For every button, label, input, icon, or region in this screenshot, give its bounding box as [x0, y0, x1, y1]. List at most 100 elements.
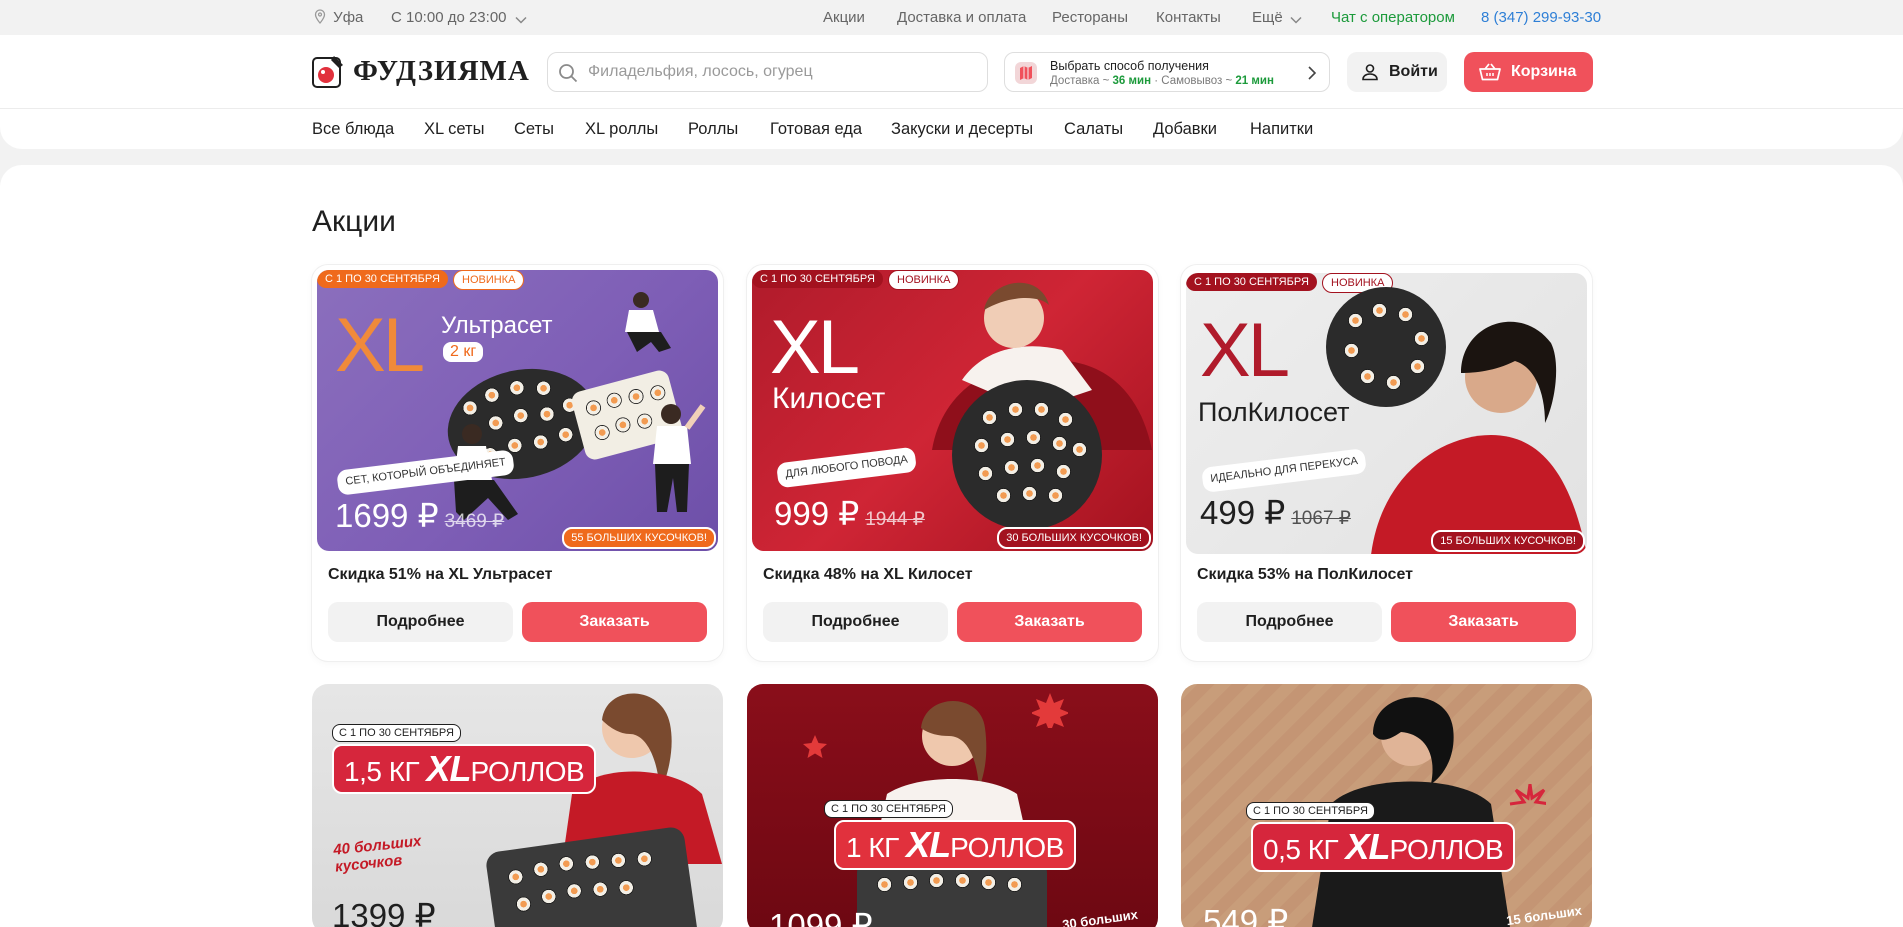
logo-text: ФУДЗИЯМА — [353, 54, 530, 87]
chevron-right-icon — [1308, 66, 1317, 80]
pieces-note: 40 больших кусочков — [332, 832, 423, 876]
category-all[interactable]: Все блюда — [312, 120, 394, 139]
category-sets[interactable]: Сеты — [514, 120, 554, 139]
order-button[interactable]: Заказать — [1391, 602, 1576, 642]
delivery-title: Выбрать способ получения — [1050, 59, 1209, 73]
date-badge: С 1 по 30 сентября — [332, 724, 461, 742]
user-icon — [1362, 64, 1378, 81]
promo-banner[interactable]: С 1 по 30 сентября Новинка XL ПолКилосет… — [1186, 273, 1587, 554]
xl-label: XL — [335, 303, 425, 388]
price-label: 1699 ₽3469 ₽ — [335, 497, 505, 534]
city-label: Уфа — [333, 9, 364, 26]
category-xl-rolls[interactable]: XL роллы — [585, 120, 658, 139]
category-rolls[interactable]: Роллы — [688, 120, 738, 139]
xl-label: XL — [1200, 308, 1290, 393]
chevron-down-icon — [515, 16, 527, 24]
sushi-platter-image — [952, 380, 1102, 530]
promo-banner-card[interactable]: С 1 по 30 сентября 0,5 КГ XLРОЛЛОВ 549 ₽… — [1181, 684, 1592, 927]
old-price: 3469 ₽ — [444, 511, 505, 532]
xl-label: XL — [770, 305, 860, 390]
price-label: 999 ₽1944 ₽ — [774, 495, 925, 532]
person-image — [1371, 321, 1587, 554]
order-button[interactable]: Заказать — [522, 602, 707, 642]
category-snacks-desserts[interactable]: Закуски и десерты — [891, 120, 1033, 139]
top-link-promos[interactable]: Акции — [823, 9, 865, 26]
date-badge: С 1 по 30 сентября — [317, 270, 448, 288]
burst-icon — [1509, 784, 1546, 806]
chevron-down-icon — [1290, 16, 1302, 24]
price-label: 499 ₽1067 ₽ — [1200, 494, 1351, 531]
details-button[interactable]: Подробнее — [763, 602, 948, 642]
weight-tag: 1,5 КГ XLРОЛЛОВ — [332, 744, 597, 794]
set-weight: 2 кг — [443, 342, 484, 362]
basket-icon — [1479, 63, 1501, 81]
fujiyama-logo-icon — [312, 56, 343, 88]
category-drinks[interactable]: Напитки — [1250, 120, 1313, 139]
star-icon — [803, 735, 827, 758]
date-badge: С 1 по 30 сентября — [1246, 802, 1375, 820]
new-badge: Новинка — [453, 270, 525, 290]
delivery-times: Доставка ~ 36 мин · Самовывоз ~ 21 мин — [1050, 75, 1274, 87]
operator-chat-link[interactable]: Чат с оператором — [1331, 9, 1455, 26]
pieces-note: 30 больших — [1061, 906, 1139, 927]
price-label: 1099 ₽ — [769, 907, 873, 927]
cart-button[interactable]: Корзина — [1464, 52, 1593, 92]
top-link-contacts[interactable]: Контакты — [1156, 9, 1221, 26]
map-icon — [1015, 62, 1037, 84]
promo-banner-card[interactable]: С 1 по 30 сентября 1,5 КГ XLРОЛЛОВ 40 бо… — [312, 684, 723, 927]
old-price: 1944 ₽ — [865, 509, 925, 530]
promo-card[interactable]: С 1 по 30 сентября Новинка XL ПолКилосет… — [1181, 265, 1592, 661]
order-button[interactable]: Заказать — [957, 602, 1142, 642]
header: ФУДЗИЯМА Выбрать способ получения Достав… — [0, 35, 1903, 109]
category-xl-sets[interactable]: XL сеты — [424, 120, 484, 139]
phone-link[interactable]: 8 (347) 299-93-30 — [1481, 9, 1601, 26]
set-slogan-bubble: Идеально для перекуса — [1201, 448, 1368, 493]
sushi-platter-image — [484, 825, 700, 927]
top-strip: Уфа С 10:00 до 23:00 Акции Доставка и оп… — [0, 0, 1903, 35]
promo-title: Скидка 51% на XL Ультрасет — [328, 566, 553, 583]
city-selector[interactable]: Уфа — [314, 9, 363, 26]
main-content: Акции С 1 по 30 сентября Новинка XL Ульт… — [0, 165, 1903, 927]
person-image — [653, 404, 706, 512]
date-badge: С 1 по 30 сентября — [824, 800, 953, 818]
details-button[interactable]: Подробнее — [1197, 602, 1382, 642]
set-name: Килосет — [772, 382, 886, 415]
category-ready-food[interactable]: Готовая еда — [770, 120, 862, 139]
promo-banner-card[interactable]: С 1 по 30 сентября 1 КГ XLРОЛЛОВ 1099 ₽ … — [747, 684, 1158, 927]
promo-banner[interactable]: С 1 по 30 сентября Новинка XL Ультрасет … — [317, 270, 718, 551]
burst-icon — [1032, 693, 1068, 728]
top-link-more[interactable]: Ещё — [1252, 9, 1302, 26]
date-badge: С 1 по 30 сентября — [1186, 273, 1317, 291]
price-label: 549 ₽ — [1203, 903, 1289, 927]
search-input[interactable] — [588, 53, 978, 91]
promo-title: Скидка 53% на ПолКилосет — [1197, 566, 1413, 583]
details-button[interactable]: Подробнее — [328, 602, 513, 642]
category-salads[interactable]: Салаты — [1064, 120, 1123, 139]
old-price: 1067 ₽ — [1291, 508, 1351, 529]
promo-card[interactable]: С 1 по 30 сентября Новинка XL Килосет Дл… — [747, 265, 1158, 661]
promo-card[interactable]: С 1 по 30 сентября Новинка XL Ультрасет … — [312, 265, 723, 661]
logo[interactable]: ФУДЗИЯМА — [312, 52, 530, 90]
pieces-badge: 30 больших кусочков! — [997, 527, 1151, 549]
page-title: Акции — [312, 205, 396, 238]
delivery-method-selector[interactable]: Выбрать способ получения Доставка ~ 36 м… — [1004, 52, 1330, 92]
price-label: 1399 ₽ — [332, 897, 436, 927]
pieces-badge: 15 больших кусочков! — [1431, 530, 1585, 552]
set-name: ПолКилосет — [1198, 397, 1350, 427]
promo-banner[interactable]: С 1 по 30 сентября Новинка XL Килосет Дл… — [752, 270, 1153, 551]
set-name: Ультрасет — [441, 312, 553, 339]
login-button[interactable]: Войти — [1347, 52, 1447, 92]
search-box[interactable] — [547, 52, 988, 92]
working-hours[interactable]: С 10:00 до 23:00 — [391, 9, 527, 26]
top-link-restaurants[interactable]: Рестораны — [1052, 9, 1128, 26]
promo-title: Скидка 48% на XL Килосет — [763, 566, 973, 583]
search-icon — [559, 64, 578, 83]
top-link-delivery[interactable]: Доставка и оплата — [897, 9, 1026, 26]
location-pin-icon — [314, 9, 326, 24]
weight-tag: 1 КГ XLРОЛЛОВ — [834, 820, 1076, 870]
weight-tag: 0,5 КГ XLРОЛЛОВ — [1251, 822, 1516, 872]
set-slogan-bubble: Для любого повода — [776, 446, 918, 489]
date-badge: С 1 по 30 сентября — [752, 270, 883, 288]
category-additions[interactable]: Добавки — [1153, 120, 1217, 139]
pieces-badge: 55 больших кусочков! — [562, 527, 716, 549]
